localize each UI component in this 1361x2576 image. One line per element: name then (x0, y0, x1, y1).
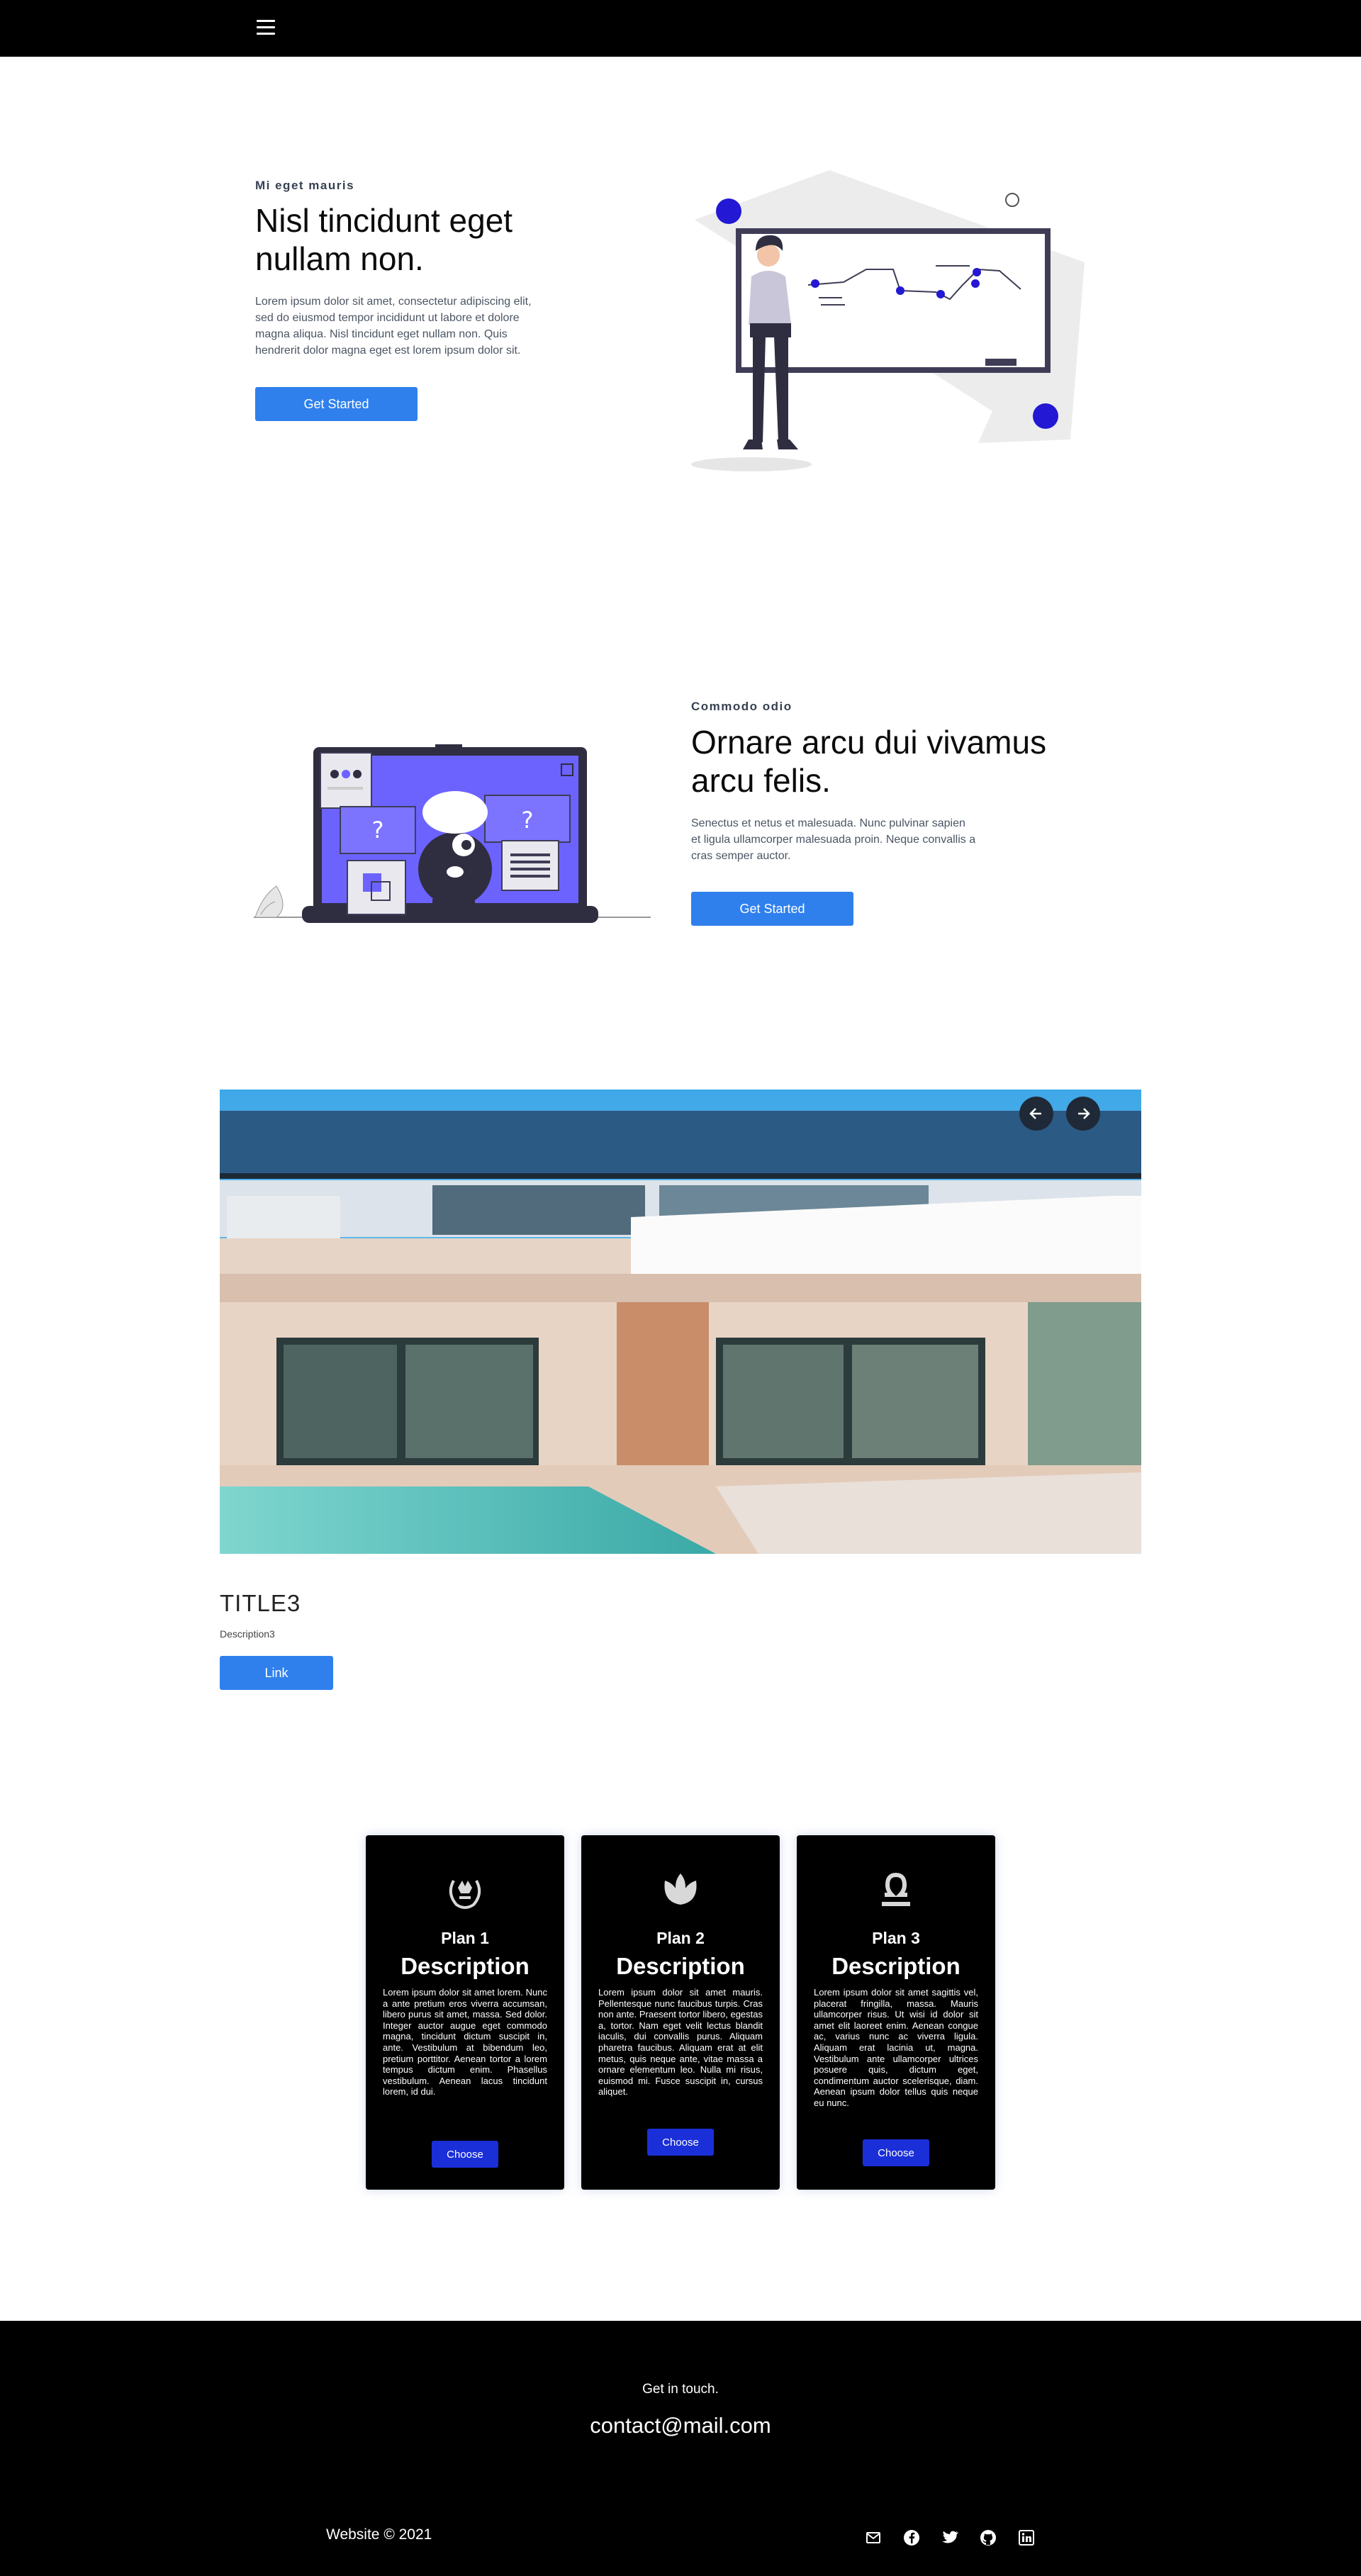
laurel-crown-icon (449, 1880, 481, 1909)
laptop-illustration: ? ? (254, 744, 651, 923)
plan-1-text: Lorem ipsum dolor sit amet lorem. Nunc a… (383, 1987, 547, 2098)
hero-text-line: sed do eiusmod tempor incididunt ut labo… (255, 312, 520, 324)
footer-tagline: Get in touch. (642, 2382, 719, 2397)
twitter-icon[interactable] (940, 2528, 960, 2548)
hero-eyebrow: Mi eget mauris (255, 179, 355, 192)
plan-card-1: Plan 1 Description Lorem ipsum dolor sit… (366, 1835, 564, 2190)
hero-text: Lorem ipsum dolor sit amet, consectetur … (255, 293, 581, 359)
footer: Get in touch. contact@mail.com Website ©… (0, 2321, 1361, 2576)
top-navbar (0, 0, 1361, 57)
slide-title: TITLE3 (220, 1590, 301, 1616)
arrow-left-icon (1029, 1108, 1041, 1119)
arrow-right-icon (1078, 1108, 1090, 1119)
plan-1-choose-button[interactable]: Choose (432, 2141, 498, 2168)
mail-icon[interactable] (863, 2528, 883, 2548)
plan-2-choose-button[interactable]: Choose (647, 2129, 714, 2156)
svg-text:?: ? (372, 817, 384, 844)
feature-get-started-button[interactable]: Get Started (691, 892, 853, 926)
image-slider (220, 1090, 1141, 1554)
plan-3-heading: Description (831, 1953, 960, 1979)
slider-next-button[interactable] (1066, 1097, 1100, 1131)
feature-title-line-2: arcu felis. (691, 762, 831, 799)
feature-text: Senectus et netus et malesuada. Nunc pul… (691, 815, 1017, 864)
plan-3-name: Plan 3 (872, 1929, 920, 1947)
facebook-icon[interactable] (902, 2528, 922, 2548)
hero-get-started-button[interactable]: Get Started (255, 387, 418, 421)
plan-3-text: Lorem ipsum dolor sit amet sagittis vel,… (814, 1987, 978, 2108)
hero-text-line: magna aliqua. Nisl tincidunt eget nullam… (255, 328, 508, 340)
feature-text-line: Senectus et netus et malesuada. Nunc pul… (691, 817, 965, 829)
footer-copyright: Website © 2021 (326, 2526, 432, 2543)
feature-title: Ornare arcu dui vivamus arcu felis. (691, 723, 1046, 800)
hamburger-menu-icon[interactable] (257, 17, 275, 38)
plan-3-choose-button[interactable]: Choose (863, 2139, 929, 2166)
hero-title: Nisl tincidunt eget nullam non. (255, 201, 513, 278)
svg-text:?: ? (522, 807, 534, 834)
github-icon[interactable] (978, 2528, 998, 2548)
plan-2-heading: Description (616, 1953, 745, 1979)
modern-house-photo (220, 1090, 1141, 1554)
feature-text-line: cras semper auctor. (691, 850, 791, 862)
plan-2-name: Plan 2 (656, 1929, 705, 1947)
feature-eyebrow: Commodo odio (691, 700, 792, 713)
slider-prev-button[interactable] (1019, 1097, 1053, 1131)
plan-1-heading: Description (401, 1953, 530, 1979)
plan-card-3: Plan 3 Description Lorem ipsum dolor sit… (797, 1835, 995, 2190)
plan-1-name: Plan 1 (441, 1929, 489, 1947)
hero-title-line-2: nullam non. (255, 240, 424, 277)
slide-description: Description3 (220, 1628, 275, 1640)
plan-card-2: Plan 2 Description Lorem ipsum dolor sit… (581, 1835, 780, 2190)
hero-title-line-1: Nisl tincidunt eget (255, 202, 513, 239)
feature-text-line: et ligula ullamcorper malesuada proin. N… (691, 834, 976, 846)
linkedin-icon[interactable] (1016, 2528, 1036, 2548)
presentation-illustration (691, 170, 1085, 471)
lotus-icon (664, 1874, 697, 1905)
libra-icon (882, 1872, 910, 1906)
feature-title-line-1: Ornare arcu dui vivamus (691, 724, 1047, 761)
plan-2-text: Lorem ipsum dolor sit amet mauris. Pelle… (598, 1987, 763, 2098)
hero-text-line: Lorem ipsum dolor sit amet, consectetur … (255, 296, 532, 308)
footer-email-link[interactable]: contact@mail.com (0, 2413, 1361, 2438)
slide-link-button[interactable]: Link (220, 1656, 333, 1690)
hero-text-line: hendrerit dolor magna eget est lorem ips… (255, 345, 521, 357)
